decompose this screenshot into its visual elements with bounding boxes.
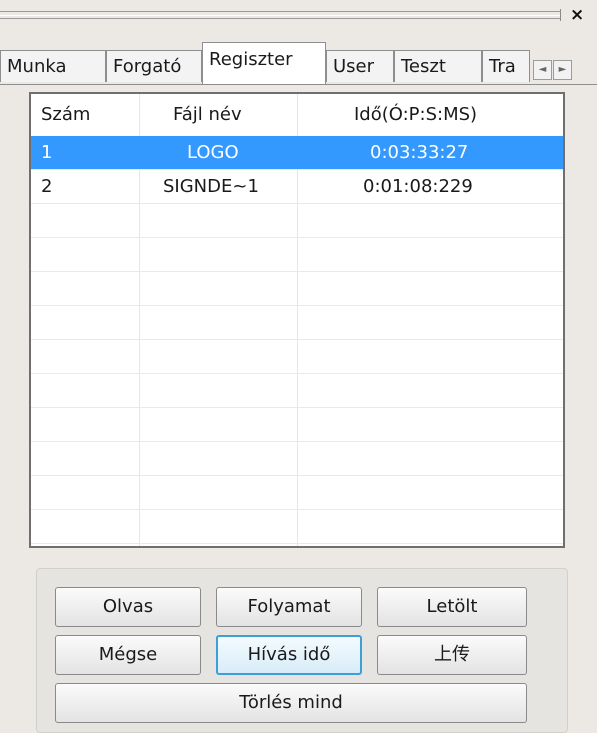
call-time-button[interactable]: Hívás idő bbox=[216, 635, 362, 675]
button-panel: Olvas Folyamat Letölt Mégse Hívás idő 上传… bbox=[36, 568, 568, 733]
tab-label: Munka bbox=[7, 56, 67, 77]
read-button[interactable]: Olvas bbox=[55, 587, 201, 627]
tab-scroll-left-icon[interactable]: ◄ bbox=[533, 60, 552, 80]
list-rows: 1 LOGO 0:03:33:27 2 SIGNDE~1 0:01:08:229 bbox=[31, 136, 563, 546]
tab-label: Teszt bbox=[401, 56, 446, 77]
cell-file: SIGNDE~1 bbox=[163, 176, 259, 197]
cell-time: 0:01:08:229 bbox=[363, 176, 473, 197]
tab-baseline bbox=[0, 84, 597, 85]
tab-strip: Munka Forgató Regiszter User Teszt Tra ◄… bbox=[0, 36, 597, 84]
tab-forgato[interactable]: Forgató bbox=[106, 50, 202, 82]
list-header: Szám Fájl név Idő(Ó:P:S:MS) bbox=[31, 94, 563, 136]
cell-file: LOGO bbox=[187, 142, 239, 163]
header-fajl-nev[interactable]: Fájl név bbox=[173, 104, 242, 125]
empty-row bbox=[31, 204, 563, 238]
tab-label: Tra bbox=[489, 56, 516, 77]
empty-row bbox=[31, 374, 563, 408]
empty-row bbox=[31, 238, 563, 272]
grip-end-mark bbox=[560, 9, 561, 21]
empty-row bbox=[31, 476, 563, 510]
tab-regiszter[interactable]: Regiszter bbox=[202, 42, 326, 84]
table-row[interactable]: 1 LOGO 0:03:33:27 bbox=[31, 136, 563, 170]
tab-teszt[interactable]: Teszt bbox=[394, 50, 482, 82]
download-button[interactable]: Letölt bbox=[377, 587, 527, 627]
upload-button[interactable]: 上传 bbox=[377, 635, 527, 675]
tab-scroll-right-icon[interactable]: ► bbox=[553, 60, 572, 80]
grip-line bbox=[0, 18, 560, 19]
empty-row bbox=[31, 408, 563, 442]
cell-num: 1 bbox=[41, 142, 53, 163]
header-ido[interactable]: Idő(Ó:P:S:MS) bbox=[354, 104, 477, 125]
cell-time: 0:03:33:27 bbox=[370, 142, 469, 163]
empty-row bbox=[31, 442, 563, 476]
header-szam[interactable]: Szám bbox=[41, 104, 90, 125]
tab-label: User bbox=[333, 56, 375, 77]
panel-grip-bar[interactable]: × bbox=[0, 0, 597, 30]
tab-user[interactable]: User bbox=[326, 50, 394, 82]
grip-line bbox=[0, 15, 560, 16]
empty-row bbox=[31, 306, 563, 340]
table-row[interactable]: 2 SIGNDE~1 0:01:08:229 bbox=[31, 170, 563, 204]
empty-row bbox=[31, 510, 563, 544]
tab-label: Regiszter bbox=[209, 49, 293, 70]
tab-munka[interactable]: Munka bbox=[0, 50, 106, 82]
process-button[interactable]: Folyamat bbox=[216, 587, 362, 627]
empty-row bbox=[31, 340, 563, 374]
tab-tra[interactable]: Tra bbox=[482, 50, 530, 82]
empty-row bbox=[31, 544, 563, 546]
cancel-button[interactable]: Mégse bbox=[55, 635, 201, 675]
cell-num: 2 bbox=[41, 176, 53, 197]
close-icon[interactable]: × bbox=[570, 6, 584, 24]
tab-label: Forgató bbox=[113, 56, 182, 77]
grip-line bbox=[0, 11, 560, 12]
empty-row bbox=[31, 272, 563, 306]
delete-all-button[interactable]: Törlés mind bbox=[55, 683, 527, 723]
register-list[interactable]: Szám Fájl név Idő(Ó:P:S:MS) 1 LOGO 0:03:… bbox=[29, 92, 565, 548]
